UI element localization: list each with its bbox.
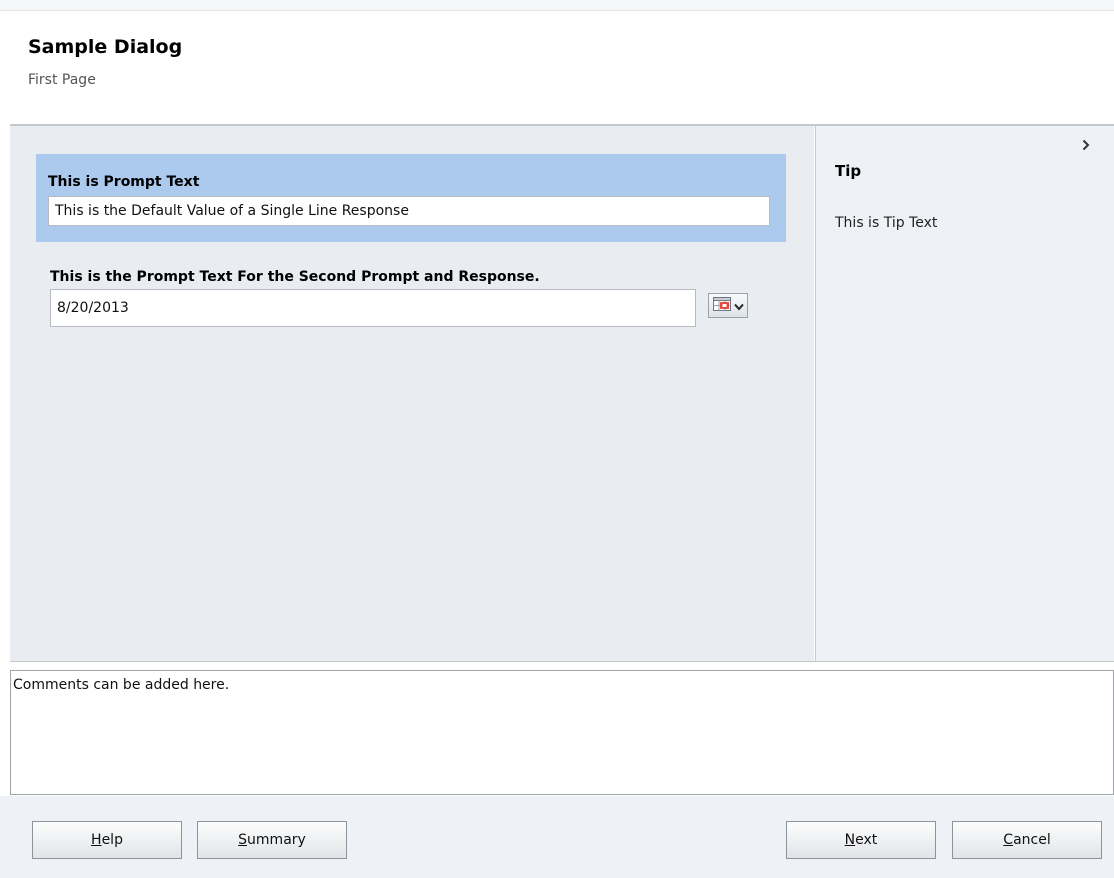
help-label: elp <box>101 832 123 848</box>
help-button[interactable]: Help <box>32 821 182 859</box>
summary-label: ummary <box>247 832 306 848</box>
prompt-1-label: This is Prompt Text <box>48 174 200 190</box>
prompt-1-response-input[interactable] <box>48 196 770 226</box>
dialog-title: Sample Dialog <box>28 36 183 58</box>
tip-title: Tip <box>835 162 862 180</box>
chevron-down-icon <box>733 296 744 315</box>
prompt-1-highlight: This is Prompt Text <box>36 154 786 242</box>
comments-textarea[interactable]: Comments can be added here. <box>10 670 1114 795</box>
cancel-label: ancel <box>1013 832 1051 848</box>
button-bar: Help Summary Next Cancel <box>0 796 1114 878</box>
help-mnemonic: H <box>91 832 102 848</box>
prompt-2-label: This is the Prompt Text For the Second P… <box>50 269 540 285</box>
tip-pane: Tip This is Tip Text <box>815 126 1114 662</box>
page-subtitle: First Page <box>28 72 96 88</box>
date-picker-button[interactable] <box>708 293 748 318</box>
dialog-header: Sample Dialog First Page <box>0 11 1114 124</box>
prompt-2-date-input[interactable] <box>50 289 696 327</box>
cancel-mnemonic: C <box>1003 832 1014 848</box>
next-mnemonic: N <box>844 832 856 848</box>
summary-button[interactable]: Summary <box>197 821 347 859</box>
next-label: ext <box>855 832 878 848</box>
next-button[interactable]: Next <box>786 821 936 859</box>
tip-text: This is Tip Text <box>835 215 938 231</box>
summary-mnemonic: S <box>238 832 248 848</box>
prompt-area: This is Prompt Text This is the Prompt T… <box>10 126 814 662</box>
window-top-edge <box>0 0 1114 11</box>
chevron-right-icon[interactable] <box>1079 136 1093 154</box>
comments-divider <box>10 661 1114 662</box>
cancel-button[interactable]: Cancel <box>952 821 1102 859</box>
calendar-icon <box>712 296 731 315</box>
